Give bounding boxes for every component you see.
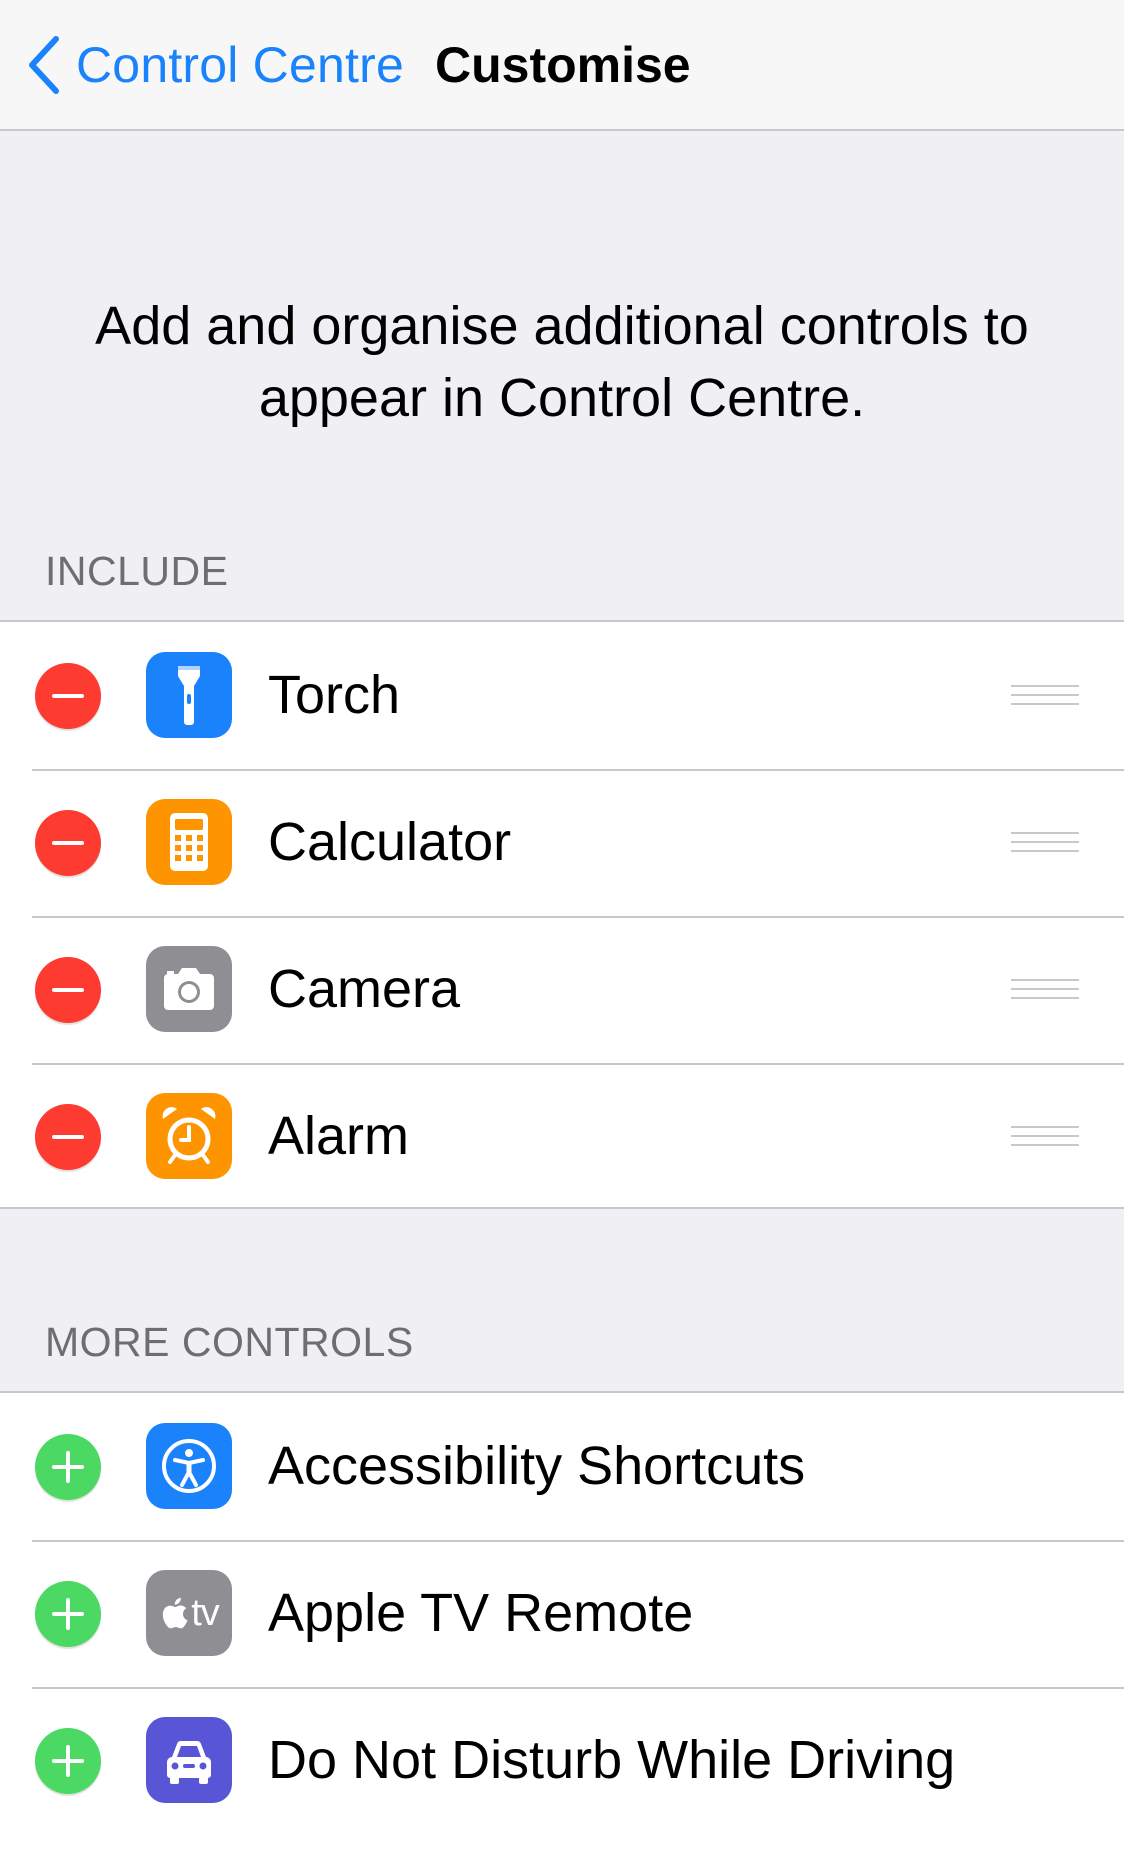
list-item-camera: Camera bbox=[0, 916, 1124, 1063]
car-icon bbox=[146, 1717, 232, 1803]
list-item-alarm: Alarm bbox=[0, 1063, 1124, 1210]
list-item-calculator: Calculator bbox=[0, 769, 1124, 916]
remove-button[interactable] bbox=[35, 1104, 101, 1170]
reorder-handle[interactable] bbox=[1011, 1126, 1079, 1146]
navigation-bar: Control Centre Customise bbox=[0, 0, 1124, 131]
description-text: Add and organise additional controls to … bbox=[95, 296, 1029, 428]
alarm-clock-icon bbox=[146, 1093, 232, 1179]
list-item-label: Alarm bbox=[268, 1106, 410, 1166]
reorder-handle[interactable] bbox=[1011, 832, 1079, 852]
more-controls-section-header: MORE CONTROLS bbox=[45, 1319, 414, 1365]
add-button[interactable] bbox=[35, 1728, 101, 1794]
accessibility-icon bbox=[146, 1423, 232, 1509]
add-button[interactable] bbox=[35, 1581, 101, 1647]
remove-button[interactable] bbox=[35, 663, 101, 729]
reorder-handle[interactable] bbox=[1011, 979, 1079, 999]
list-item-label: Calculator bbox=[268, 812, 512, 872]
minus-icon bbox=[52, 1135, 84, 1139]
reorder-handle[interactable] bbox=[1011, 685, 1079, 705]
remove-button[interactable] bbox=[35, 957, 101, 1023]
minus-icon bbox=[52, 988, 84, 992]
list-item-label: Accessibility Shortcuts bbox=[268, 1436, 806, 1496]
apple-tv-icon: tv bbox=[146, 1570, 232, 1656]
include-list: Torch Calculator Camera Alarm bbox=[0, 620, 1124, 1209]
list-item-accessibility-shortcuts: Accessibility Shortcuts bbox=[0, 1393, 1124, 1540]
back-button[interactable]: Control Centre bbox=[24, 34, 404, 96]
list-item-label: Apple TV Remote bbox=[268, 1583, 694, 1643]
list-item-label: Torch bbox=[268, 665, 401, 725]
remove-button[interactable] bbox=[35, 810, 101, 876]
torch-icon bbox=[146, 652, 232, 738]
apple-tv-icon-text: tv bbox=[191, 1591, 220, 1634]
add-button[interactable] bbox=[35, 1434, 101, 1500]
list-item-torch: Torch bbox=[0, 622, 1124, 769]
list-item-label: Do Not Disturb While Driving bbox=[268, 1730, 956, 1790]
list-item-apple-tv-remote: tv Apple TV Remote bbox=[0, 1540, 1124, 1687]
camera-icon bbox=[146, 946, 232, 1032]
list-item-label: Camera bbox=[268, 959, 461, 1019]
minus-icon bbox=[52, 694, 84, 698]
list-item-do-not-disturb-while-driving: Do Not Disturb While Driving bbox=[0, 1687, 1124, 1834]
back-button-label: Control Centre bbox=[76, 37, 404, 93]
chevron-left-icon bbox=[29, 36, 59, 94]
calculator-icon bbox=[146, 799, 232, 885]
page-title: Customise bbox=[435, 37, 691, 93]
include-section-header: INCLUDE bbox=[45, 548, 229, 594]
more-controls-list: Accessibility Shortcuts tv Apple TV Remo… bbox=[0, 1391, 1124, 1851]
minus-icon bbox=[52, 841, 84, 845]
